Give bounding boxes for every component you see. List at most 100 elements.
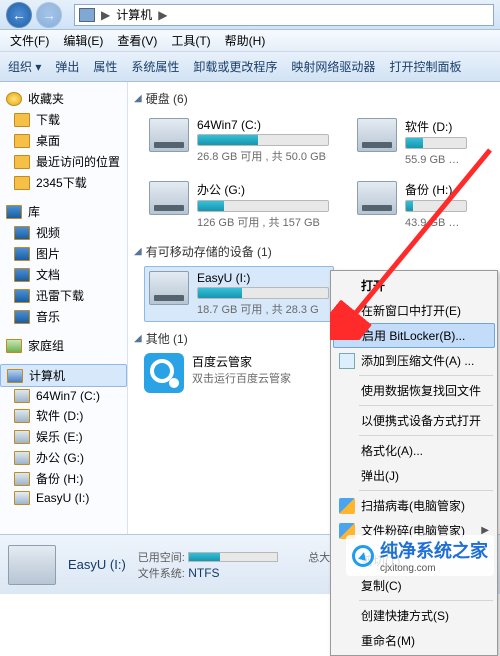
drive-c[interactable]: 64Win7 (C:) 26.8 GB 可用 , 共 50.0 GB	[144, 113, 334, 172]
context-menu-label: 扫描病毒(电脑管家)	[361, 497, 465, 514]
context-menu-label: 使用数据恢复找回文件	[361, 382, 481, 399]
sidebar-item-pictures[interactable]: 图片	[0, 243, 127, 264]
nav-forward-button[interactable]: →	[36, 2, 62, 28]
drive-icon	[14, 389, 30, 403]
drive-icon	[149, 181, 189, 215]
watermark-url: cjxitong.com	[380, 563, 488, 574]
menu-tools[interactable]: 工具(T)	[165, 30, 216, 51]
sidebar-item-downloads[interactable]: 下载	[0, 109, 127, 130]
drive-meta: 55.9 GB 可用 , 共	[405, 151, 467, 167]
other-item-label: 百度云管家	[192, 353, 291, 370]
context-menu-separator	[359, 435, 493, 436]
sidebar-drive-g[interactable]: 办公 (G:)	[0, 447, 127, 468]
context-menu-item[interactable]: 添加到压缩文件(A) ...	[333, 348, 495, 373]
chevron-down-icon: ◢	[134, 93, 142, 104]
download-icon	[14, 289, 30, 303]
status-used-label: 已用空间:	[138, 552, 185, 564]
sidebar-drive-e[interactable]: 娱乐 (E:)	[0, 426, 127, 447]
toolbar-properties[interactable]: 属性	[93, 58, 117, 75]
folder-icon	[14, 134, 30, 148]
context-menu-item[interactable]: 在新窗口中打开(E)	[333, 298, 495, 323]
context-menu-separator	[359, 490, 493, 491]
context-menu-label: 添加到压缩文件(A) ...	[361, 352, 474, 369]
window-titlebar: ← → ▶ 计算机 ▶	[0, 0, 500, 30]
sidebar-drive-d[interactable]: 软件 (D:)	[0, 405, 127, 426]
drive-h[interactable]: 备份 (H:) 43.9 GB 可用 , 共 49	[352, 176, 472, 235]
drive-label: 备份 (H:)	[405, 181, 467, 198]
context-menu-item[interactable]: 使用数据恢复找回文件	[333, 378, 495, 403]
chevron-down-icon: ◢	[134, 246, 142, 257]
context-menu-item[interactable]: 创建快捷方式(S)	[333, 603, 495, 628]
drive-meta: 26.8 GB 可用 , 共 50.0 GB	[197, 148, 329, 164]
nav-back-button[interactable]: ←	[6, 2, 32, 28]
drive-icon	[14, 430, 30, 444]
chevron-right-icon: ▶	[158, 8, 167, 22]
homegroup-icon	[6, 339, 22, 353]
toolbar-map-drive[interactable]: 映射网络驱动器	[291, 58, 375, 75]
context-menu-item[interactable]: 弹出(J)	[333, 463, 495, 488]
context-menu: 打开在新窗口中打开(E) 启用 BitLocker(B)... 添加到压缩文件(A)…	[330, 270, 498, 656]
toolbar-organize[interactable]: 组织 ▾	[8, 58, 41, 75]
sidebar-computer[interactable]: 计算机	[0, 364, 127, 387]
usage-bar	[197, 134, 329, 146]
sidebar-favorites[interactable]: 收藏夹	[0, 88, 127, 109]
menu-file[interactable]: 文件(F)	[4, 30, 55, 51]
drive-g[interactable]: 办公 (G:) 126 GB 可用 , 共 157 GB	[144, 176, 334, 235]
watermark-logo-icon	[352, 545, 374, 567]
drive-icon	[14, 409, 30, 423]
context-menu-item[interactable]: 重命名(M)	[333, 628, 495, 653]
context-menu-item[interactable]: 复制(C)	[333, 573, 495, 598]
sidebar-libraries[interactable]: 库	[0, 201, 127, 222]
toolbar-uninstall[interactable]: 卸载或更改程序	[193, 58, 277, 75]
menubar: 文件(F) 编辑(E) 查看(V) 工具(T) 帮助(H)	[0, 30, 500, 52]
menu-edit[interactable]: 编辑(E)	[57, 30, 109, 51]
sidebar-item-recent[interactable]: 最近访问的位置	[0, 151, 127, 172]
menu-view[interactable]: 查看(V)	[111, 30, 163, 51]
section-hard-disks[interactable]: ◢硬盘 (6)	[130, 88, 500, 109]
context-menu-separator	[359, 405, 493, 406]
breadcrumb[interactable]: 计算机	[116, 6, 152, 23]
drive-icon	[149, 118, 189, 152]
toolbar-system-properties[interactable]: 系统属性	[131, 58, 179, 75]
sidebar-item-videos[interactable]: 视频	[0, 222, 127, 243]
toolbar-control-panel[interactable]: 打开控制面板	[389, 58, 461, 75]
sidebar-homegroup[interactable]: 家庭组	[0, 335, 127, 356]
watermark-title: 纯净系统之家	[380, 537, 488, 563]
baidu-cloud-icon	[144, 353, 184, 393]
sidebar-item-documents[interactable]: 文档	[0, 264, 127, 285]
drive-label: 办公 (G:)	[197, 181, 329, 198]
usage-bar	[405, 137, 467, 149]
document-icon	[14, 268, 30, 282]
sidebar-drive-i[interactable]: EasyU (I:)	[0, 489, 127, 507]
music-icon	[14, 310, 30, 324]
menu-help[interactable]: 帮助(H)	[219, 30, 272, 51]
context-menu-separator	[359, 375, 493, 376]
context-menu-item[interactable]: 启用 BitLocker(B)...	[333, 323, 495, 348]
toolbar: 组织 ▾ 弹出 属性 系统属性 卸载或更改程序 映射网络驱动器 打开控制面板	[0, 52, 500, 82]
sidebar-drive-c[interactable]: 64Win7 (C:)	[0, 387, 127, 405]
context-menu-item[interactable]: 以便携式设备方式打开	[333, 408, 495, 433]
context-menu-label: 创建快捷方式(S)	[361, 607, 449, 624]
usage-bar	[405, 200, 467, 212]
status-total-label: 总大	[308, 549, 330, 565]
sidebar-item-desktop[interactable]: 桌面	[0, 130, 127, 151]
address-bar[interactable]: ▶ 计算机 ▶	[74, 4, 494, 26]
star-icon	[6, 92, 22, 106]
video-icon	[14, 226, 30, 240]
drive-d[interactable]: 软件 (D:) 55.9 GB 可用 , 共	[352, 113, 472, 172]
drive-icon	[14, 451, 30, 465]
context-menu-label: 重命名(M)	[361, 632, 415, 649]
context-menu-item[interactable]: 格式化(A)...	[333, 438, 495, 463]
drive-i-removable[interactable]: EasyU (I:) 18.7 GB 可用 , 共 28.3 G	[144, 266, 334, 322]
context-menu-item[interactable]: 打开	[333, 273, 495, 298]
context-menu-label: 复制(C)	[361, 577, 402, 594]
section-removable[interactable]: ◢有可移动存储的设备 (1)	[130, 241, 500, 262]
drive-meta: 126 GB 可用 , 共 157 GB	[197, 214, 329, 230]
sidebar-item-music[interactable]: 音乐	[0, 306, 127, 327]
sidebar-drive-h[interactable]: 备份 (H:)	[0, 468, 127, 489]
sidebar-item-thunder[interactable]: 迅雷下载	[0, 285, 127, 306]
context-menu-item[interactable]: 扫描病毒(电脑管家)	[333, 493, 495, 518]
toolbar-eject[interactable]: 弹出	[55, 58, 79, 75]
context-menu-label: 在新窗口中打开(E)	[361, 302, 461, 319]
sidebar-item-2345[interactable]: 2345下载	[0, 172, 127, 193]
